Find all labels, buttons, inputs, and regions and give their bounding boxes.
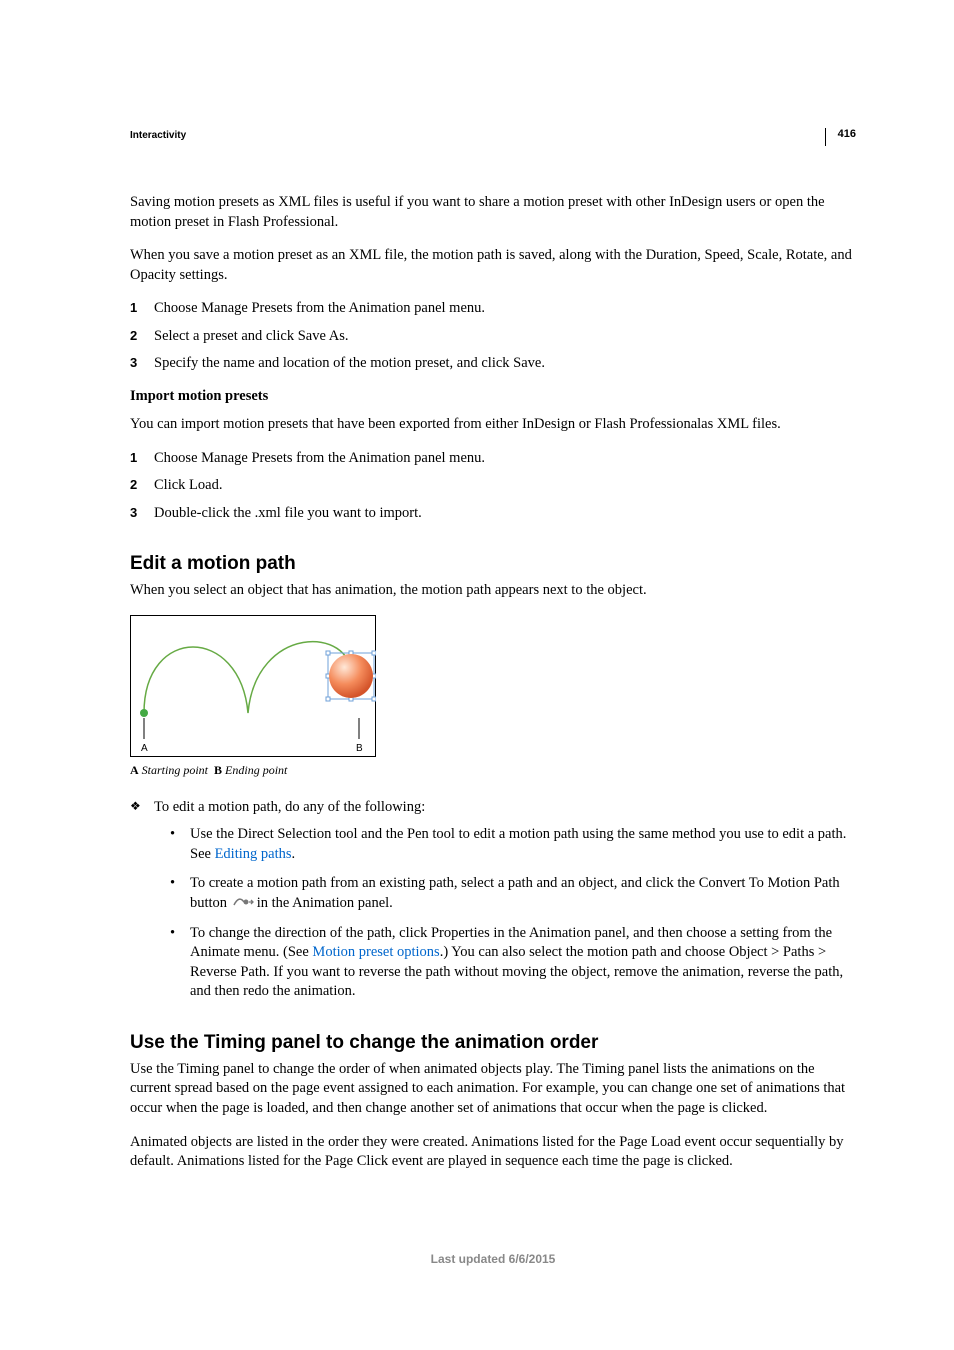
step-number: 1: [130, 449, 154, 469]
step-text: Specify the name and location of the mot…: [154, 354, 856, 374]
paragraph: Saving motion presets as XML files is us…: [130, 193, 856, 232]
caption-text-b: Ending point: [225, 763, 287, 777]
paragraph: Animated objects are listed in the order…: [130, 1133, 856, 1172]
bullet-icon: •: [170, 825, 190, 864]
list-item: 1Choose Manage Presets from the Animatio…: [130, 449, 856, 469]
figure-caption: A Starting point B Ending point: [130, 763, 856, 778]
list-item: • Use the Direct Selection tool and the …: [170, 825, 856, 864]
list-item: 3Specify the name and location of the mo…: [130, 354, 856, 374]
list-item: • To change the direction of the path, c…: [170, 924, 856, 1002]
edit-path-options: • Use the Direct Selection tool and the …: [170, 825, 856, 1002]
step-number: 2: [130, 327, 154, 347]
page-number: 416: [838, 128, 856, 140]
motion-path-illustration: A B: [130, 615, 376, 757]
step-number: 3: [130, 354, 154, 374]
step-number: 1: [130, 299, 154, 319]
heading-edit-motion-path: Edit a motion path: [130, 553, 856, 575]
diamond-bullet: ❖ To edit a motion path, do any of the f…: [130, 798, 856, 818]
list-item: 3Double-click the .xml file you want to …: [130, 504, 856, 524]
svg-text:A: A: [141, 743, 148, 754]
step-number: 3: [130, 504, 154, 524]
import-steps-list: 1Choose Manage Presets from the Animatio…: [130, 449, 856, 524]
step-text: Choose Manage Presets from the Animation…: [154, 449, 856, 469]
bullet-icon: •: [170, 874, 190, 913]
list-item: 1Choose Manage Presets from the Animatio…: [130, 299, 856, 319]
header-divider: [825, 128, 826, 146]
svg-text:B: B: [356, 743, 363, 754]
step-text: Double-click the .xml file you want to i…: [154, 504, 856, 524]
caption-text-a: Starting point: [142, 763, 208, 777]
diamond-text: To edit a motion path, do any of the fol…: [154, 798, 425, 818]
step-number: 2: [130, 476, 154, 496]
step-text: Select a preset and click Save As.: [154, 327, 856, 347]
caption-label-a: A: [130, 763, 139, 777]
list-item: 2Select a preset and click Save As.: [130, 327, 856, 347]
subheading-import-presets: Import motion presets: [130, 388, 856, 405]
footer-last-updated: Last updated 6/6/2015: [130, 1252, 856, 1266]
paragraph: Use the Timing panel to change the order…: [130, 1060, 856, 1119]
link-motion-preset-options[interactable]: Motion preset options: [312, 944, 439, 960]
bullet-icon: •: [170, 924, 190, 1002]
link-editing-paths[interactable]: Editing paths: [215, 846, 292, 862]
caption-label-b: B: [214, 763, 222, 777]
save-steps-list: 1Choose Manage Presets from the Animatio…: [130, 299, 856, 374]
paragraph: You can import motion presets that have …: [130, 415, 856, 435]
step-text: Click Load.: [154, 476, 856, 496]
heading-timing-panel: Use the Timing panel to change the anima…: [130, 1032, 856, 1054]
section-label: Interactivity: [130, 130, 856, 141]
diamond-marker-icon: ❖: [130, 798, 154, 818]
paragraph: When you select an object that has anima…: [130, 581, 856, 601]
motion-path-figure: A B: [130, 615, 856, 757]
paragraph: When you save a motion preset as an XML …: [130, 246, 856, 285]
convert-to-motion-path-icon: [233, 894, 255, 914]
bullet-text: Use the Direct Selection tool and the Pe…: [190, 825, 856, 864]
list-item: • To create a motion path from an existi…: [170, 874, 856, 913]
bullet-text: To change the direction of the path, cli…: [190, 924, 856, 1002]
bullet-text: To create a motion path from an existing…: [190, 874, 856, 913]
list-item: 2Click Load.: [130, 476, 856, 496]
step-text: Choose Manage Presets from the Animation…: [154, 299, 856, 319]
